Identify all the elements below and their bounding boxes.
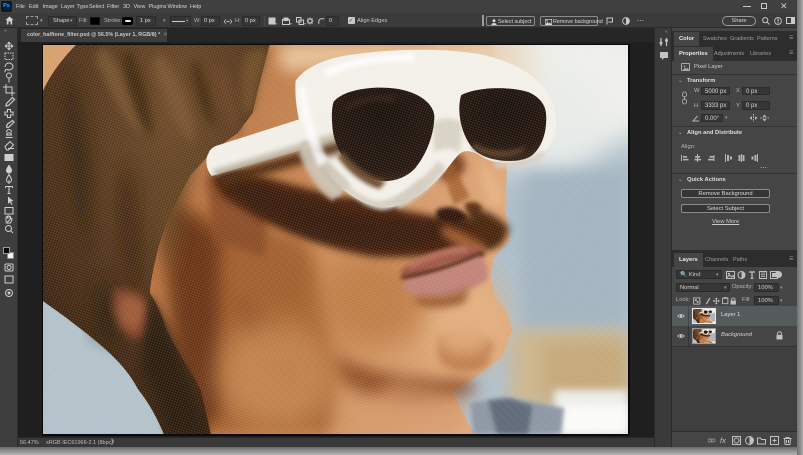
svg-text:fx: fx [720, 436, 726, 445]
